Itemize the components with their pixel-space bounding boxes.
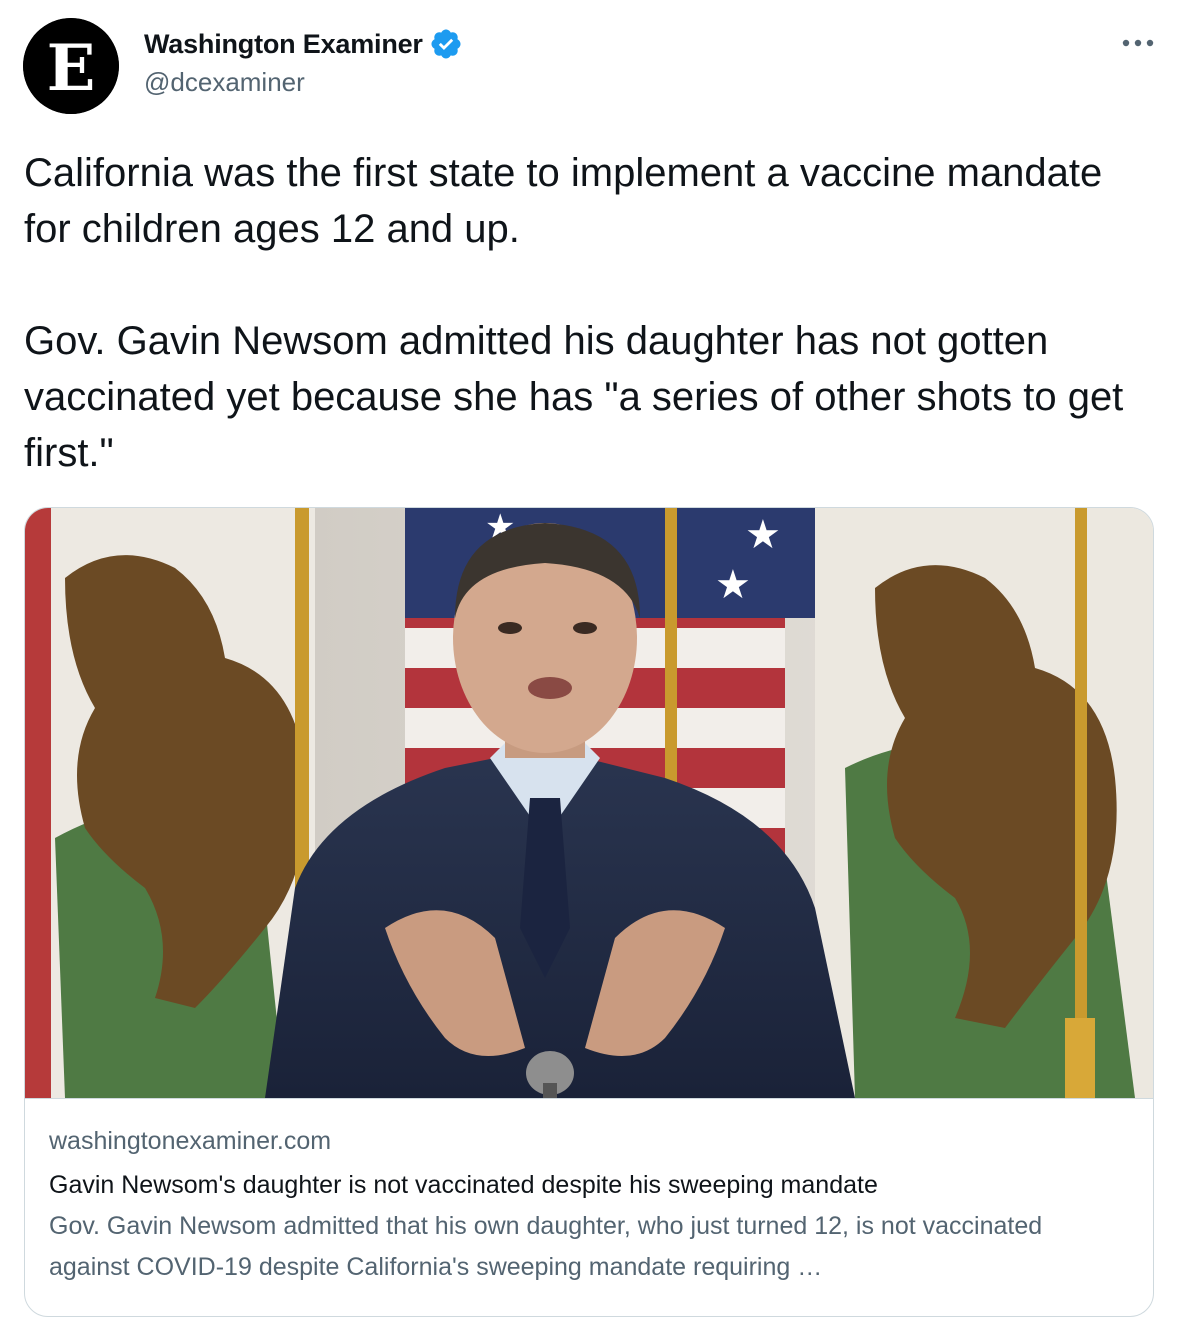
svg-text:E: E — [47, 31, 96, 106]
author-name-row: Washington Examiner — [144, 26, 463, 62]
link-card-image[interactable]: ★ ★ ★ — [25, 508, 1153, 1099]
link-card-domain: washingtonexaminer.com — [49, 1127, 332, 1155]
more-options-button[interactable] — [1118, 28, 1158, 58]
verified-badge-icon — [431, 29, 461, 59]
author-handle[interactable]: @dcexaminer — [144, 67, 305, 98]
svg-text:★: ★ — [745, 512, 781, 558]
svg-text:★: ★ — [715, 562, 751, 608]
author-display-name[interactable]: Washington Examiner — [144, 29, 423, 60]
speaker-photo-image: ★ ★ ★ — [25, 508, 1153, 1098]
link-card[interactable]: ★ ★ ★ washingtonexaminer.com Gavin Newso… — [24, 507, 1154, 1317]
more-options-icon — [1122, 39, 1154, 47]
link-card-title: Gavin Newsom's daughter is not vaccinate… — [49, 1171, 878, 1199]
washington-examiner-logo-icon: E — [23, 18, 119, 114]
link-card-description: Gov. Gavin Newsom admitted that his own … — [49, 1212, 1043, 1281]
tweet-paragraph-1: California was the first state to implem… — [24, 151, 1114, 251]
tweet-paragraph-2: Gov. Gavin Newsom admitted his daughter … — [24, 319, 1135, 475]
link-card-body[interactable]: washingtonexaminer.com Gavin Newsom's da… — [49, 1122, 1129, 1288]
avatar[interactable]: E — [23, 18, 119, 114]
tweet-text: California was the first state to implem… — [24, 145, 1154, 481]
